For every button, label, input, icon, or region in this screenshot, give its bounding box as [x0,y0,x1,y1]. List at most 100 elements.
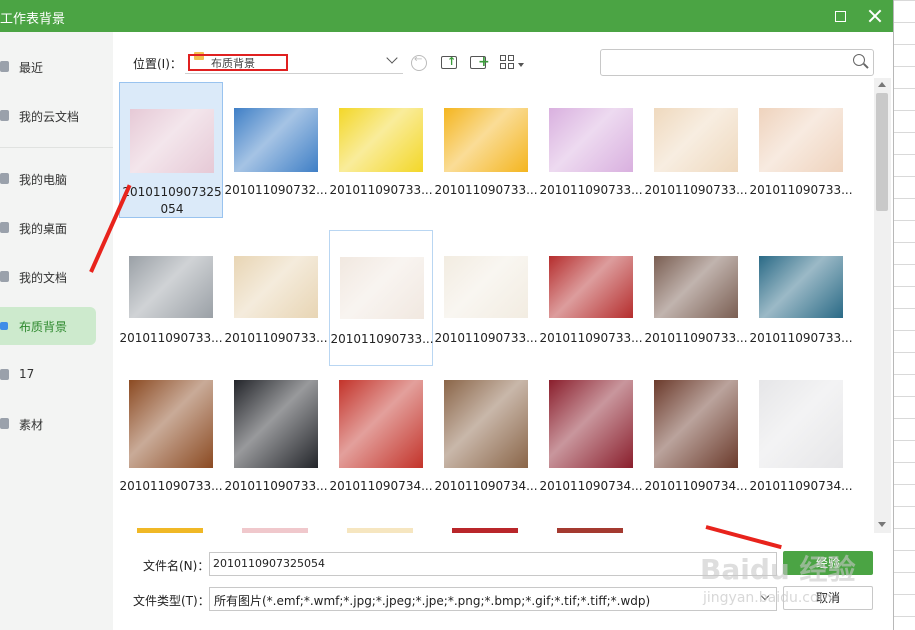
filetype-select[interactable]: 所有图片(*.emf;*.wmf;*.jpg;*.jpeg;*.jpe;*.pn… [209,587,777,611]
title-bar: 工作表背景 [0,0,893,32]
file-tile[interactable]: 201011090734... [539,378,643,514]
file-tile[interactable]: 201011090734... [434,378,538,514]
file-tile[interactable]: 201011090733... [329,230,434,366]
sidebar-item-label: 17 [19,367,35,381]
file-tile[interactable]: 201011090733... [749,230,853,366]
view-mode-icon[interactable] [500,53,518,71]
scrollbar[interactable] [874,78,891,533]
sidebar-item-label: 我的电脑 [19,173,68,187]
file-thumbnail [549,256,633,318]
cloud-icon [0,110,9,121]
file-name: 201011090733... [434,183,538,197]
view-mode-icon-part [508,55,514,61]
file-thumbnail [557,528,623,533]
file-name: 201011090733... [224,479,328,493]
file-thumbnail [452,528,518,533]
sheet-background-dialog: 工作表背景 最近 我的云文档 我的电脑 我的桌面 我的文档 布质背景 17 素材… [0,0,894,630]
sidebar-item-cloud-docs[interactable]: 我的云文档 [0,97,96,135]
file-name: 201011090732... [224,183,328,197]
spreadsheet-background [893,0,915,630]
file-tile[interactable]: 201011090733... [539,82,643,218]
file-name: 201011090733... [329,183,433,197]
back-icon[interactable] [411,54,427,71]
file-name: 201011090733... [539,331,643,345]
file-tile[interactable]: 201011090734... [644,378,748,514]
file-name: 201011090734... [434,479,538,493]
search-input[interactable] [600,49,874,76]
filetype-value: 所有图片(*.emf;*.wmf;*.jpg;*.jpeg;*.jpe;*.pn… [214,594,651,608]
close-icon[interactable] [864,5,886,27]
file-thumbnail [339,380,423,468]
file-name: 201011090734... [329,479,433,493]
file-thumbnail [129,256,213,318]
file-name: 201011090733... [330,332,434,346]
sidebar-item-desktop[interactable]: 我的桌面 [0,209,96,247]
file-tile[interactable]: 201011090734... [329,378,433,514]
file-thumbnail [339,108,423,172]
file-tile[interactable]: 201011090733... [539,230,643,366]
file-tile[interactable]: 201011090733... [749,82,853,218]
file-tile[interactable]: 201011090733... [224,378,328,514]
sidebar-item-my-computer[interactable]: 我的电脑 [0,160,96,198]
filename-value: 2010110907325054 [213,557,325,570]
computer-icon [0,173,9,184]
file-tile[interactable]: 201011090733... [119,230,223,366]
file-thumbnail [129,380,213,468]
file-thumbnail [234,108,318,172]
sidebar-item-label: 我的桌面 [19,222,68,236]
file-thumbnail [234,380,318,468]
sidebar-item-documents[interactable]: 我的文档 [0,258,96,296]
file-tile[interactable]: 201011090733... [434,230,538,366]
maximize-icon[interactable] [829,5,851,27]
scroll-up-icon[interactable] [878,82,886,87]
folder-icon [0,369,9,380]
sidebar-item-materials[interactable]: 素材 [0,405,96,443]
location-combo[interactable]: 布质背景 [185,49,403,74]
file-tile[interactable]: 201011090733... [329,82,433,218]
file-thumbnail [549,108,633,172]
scroll-thumb[interactable] [876,93,888,211]
file-tile[interactable]: 201011090733... [224,230,328,366]
file-tile[interactable]: 201011090733... [644,230,748,366]
caret-down-icon[interactable] [518,63,524,67]
file-name: 201011090733... [434,331,538,345]
sidebar-item-label: 我的云文档 [19,110,80,124]
file-thumbnail [654,380,738,468]
search-icon[interactable] [853,54,865,66]
file-thumbnail [137,528,203,533]
filename-field[interactable]: 2010110907325054 [209,552,777,576]
file-name: 201011090733... [644,331,748,345]
file-name: 201011090733... [749,331,853,345]
file-tile[interactable]: 2010110907325054 [119,82,223,218]
file-name: 201011090734... [539,479,643,493]
file-tile[interactable]: 201011090733... [119,378,223,514]
new-folder-icon[interactable] [470,53,490,71]
sidebar-item-recent[interactable]: 最近 [0,48,96,86]
file-thumbnail [130,109,214,173]
up-folder-icon[interactable] [441,53,459,71]
file-tile[interactable]: 201011090734... [749,378,853,514]
sidebar-item-label: 素材 [19,418,44,432]
file-thumbnail [340,257,424,319]
sidebar-item-fabric-backgrounds[interactable]: 布质背景 [0,307,96,345]
sidebar-item-17[interactable]: 17 [0,356,96,394]
file-name: 201011090733... [644,183,748,197]
file-thumbnail [549,380,633,468]
file-tile[interactable]: 201011090733... [644,82,748,218]
file-name: 201011090733... [749,183,853,197]
filename-label: 文件名(N)： [143,559,210,573]
file-tile[interactable]: 201011090733... [434,82,538,218]
filetype-label: 文件类型(T)： [133,594,210,608]
file-thumbnail [759,108,843,172]
file-thumbnail [347,528,413,533]
view-mode-icon-part [500,55,506,61]
file-name: 201011090733... [539,183,643,197]
divider [0,147,113,148]
file-tile[interactable]: 201011090732... [224,82,328,218]
file-thumbnail [242,528,308,533]
file-thumbnail [444,380,528,468]
file-thumbnail [234,256,318,318]
clock-icon [0,61,9,72]
scroll-down-icon[interactable] [878,522,886,527]
chevron-down-icon[interactable] [386,52,398,64]
